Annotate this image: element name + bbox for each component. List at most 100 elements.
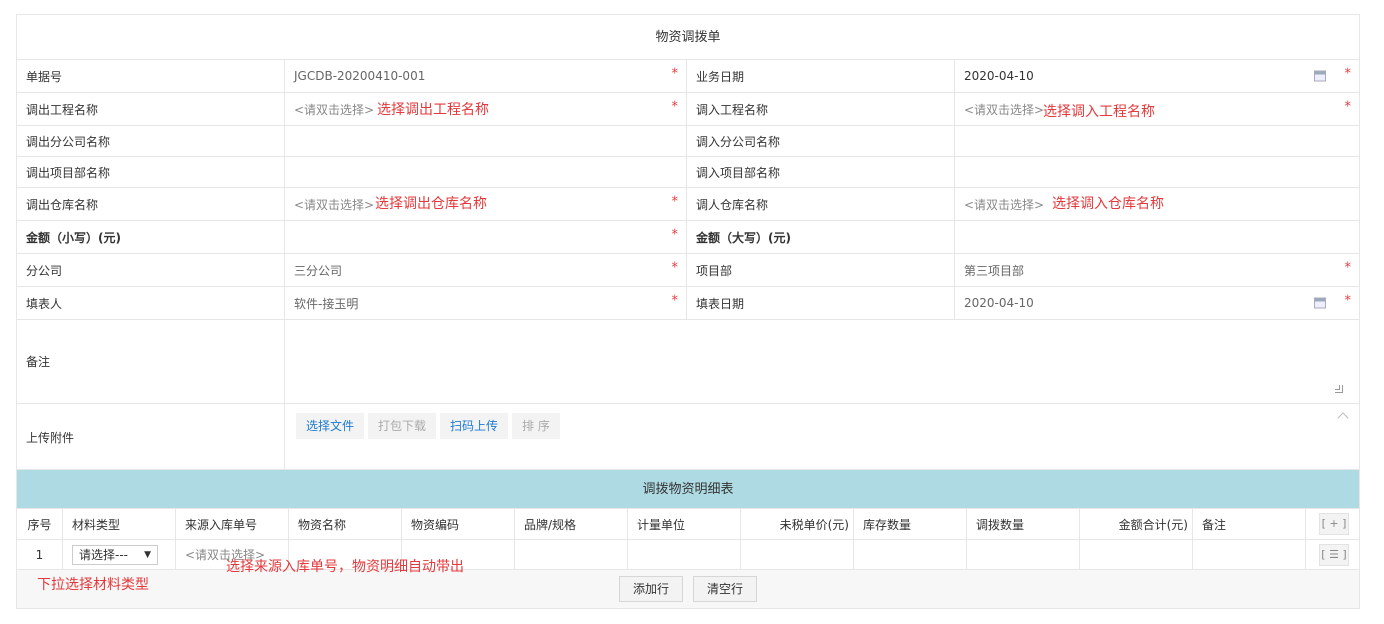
required-mark: * (671, 227, 679, 243)
annotation-material-type: 下拉选择材料类型 (37, 577, 149, 593)
label-filler: 填表人 (17, 287, 285, 319)
label-doc-no: 单据号 (17, 60, 285, 92)
clear-rows-button[interactable]: 清空行 (693, 576, 758, 602)
col-material-code: 物资编码 (402, 509, 515, 539)
required-mark: * (1344, 99, 1352, 115)
annotation-in-warehouse: 选择调入仓库名称 (1052, 196, 1164, 212)
form-row-warehouse: 调出仓库名称 <请双击选择> 选择调出仓库名称 * 调人仓库名称 <请双击选择>… (17, 188, 1359, 221)
doc-no-field[interactable]: JGCDB-20200410-001 * (285, 60, 687, 92)
col-material-name: 物资名称 (289, 509, 402, 539)
col-stock-qty: 库存数量 (854, 509, 967, 539)
amount-lower-field[interactable]: * (285, 221, 687, 253)
table-row: 1 请选择--- ▼ <请双击选择> [ ☰ ] (17, 540, 1359, 570)
in-dept-field[interactable] (955, 157, 1359, 187)
form-row-remark: 备注 (17, 320, 1359, 404)
annotation-out-project: 选择调出工程名称 (377, 102, 489, 118)
required-mark: * (1344, 66, 1352, 82)
label-in-warehouse: 调人仓库名称 (687, 188, 955, 220)
required-mark: * (671, 194, 679, 210)
project-dept-field[interactable]: 第三项目部 * (955, 254, 1359, 286)
label-out-warehouse: 调出仓库名称 (17, 188, 285, 220)
out-warehouse-field[interactable]: <请双击选择> 选择调出仓库名称 * (285, 188, 687, 220)
label-attachment: 上传附件 (17, 404, 285, 469)
form-row-branch: 调出分公司名称 调入分公司名称 (17, 126, 1359, 157)
amount-upper-field[interactable] (955, 221, 1359, 253)
unit-price-cell (741, 540, 854, 569)
required-mark: * (1344, 260, 1352, 276)
form-row-doc-no: 单据号 JGCDB-20200410-001 * 业务日期 2020-04-10 * (17, 60, 1359, 93)
label-out-dept: 调出项目部名称 (17, 157, 285, 187)
brand-spec-cell (515, 540, 628, 569)
add-row-button[interactable]: 添加行 (618, 576, 683, 602)
col-source-no: 来源入库单号 (176, 509, 289, 539)
required-mark: * (671, 66, 679, 82)
form-row-dept: 调出项目部名称 调入项目部名称 (17, 157, 1359, 188)
label-out-branch: 调出分公司名称 (17, 126, 285, 156)
table-actions: 添加行 清空行 (17, 570, 1359, 608)
row-actions: [ ☰ ] (1306, 540, 1359, 569)
in-branch-field[interactable] (955, 126, 1359, 156)
form-row-amount: 金额（小写）(元) * 金额（大写）(元) (17, 221, 1359, 254)
in-warehouse-field[interactable]: <请双击选择> 选择调入仓库名称 (955, 188, 1359, 220)
row-menu-icon[interactable]: [ ☰ ] (1319, 543, 1349, 566)
form-title: 物资调拨单 (17, 15, 1359, 60)
annotation-out-warehouse: 选择调出仓库名称 (375, 196, 487, 212)
amount-total-cell (1080, 540, 1193, 569)
col-transfer-qty: 调拨数量 (967, 509, 1080, 539)
form-row-filler: 填表人 软件-接玉明 * 填表日期 2020-04-10 * (17, 287, 1359, 320)
detail-title: 调拨物资明细表 (17, 470, 1359, 509)
col-unit: 计量单位 (628, 509, 741, 539)
dropdown-arrow-icon: ▼ (144, 549, 151, 560)
required-mark: * (671, 293, 679, 309)
label-in-branch: 调入分公司名称 (687, 126, 955, 156)
label-business-date: 业务日期 (687, 60, 955, 92)
calendar-icon[interactable] (1314, 70, 1326, 82)
transfer-qty-cell[interactable] (967, 540, 1080, 569)
form-row-project: 调出工程名称 <请双击选择> 选择调出工程名称 * 调入工程名称 <请双击选择>… (17, 93, 1359, 126)
sort-button[interactable]: 排 序 (512, 413, 560, 439)
label-fill-date: 填表日期 (687, 287, 955, 319)
label-in-dept: 调入项目部名称 (687, 157, 955, 187)
label-remark: 备注 (17, 320, 285, 403)
form-row-attachment: 上传附件 选择文件 打包下载 扫码上传 排 序 (17, 404, 1359, 470)
calendar-icon[interactable] (1314, 297, 1326, 309)
attachment-area: 选择文件 打包下载 扫码上传 排 序 (285, 404, 1359, 469)
col-remark: 备注 (1193, 509, 1306, 539)
col-index: 序号 (17, 509, 63, 539)
annotation-source-no: 选择来源入库单号，物资明细自动带出 (226, 559, 464, 575)
required-mark: * (1344, 293, 1352, 309)
unit-cell (628, 540, 741, 569)
pack-download-button[interactable]: 打包下载 (368, 413, 437, 439)
col-amount-total: 金额合计(元) (1080, 509, 1193, 539)
col-material-type: 材料类型 (63, 509, 176, 539)
out-dept-field[interactable] (285, 157, 687, 187)
detail-header-row: 序号 材料类型 来源入库单号 物资名称 物资编码 品牌/规格 计量单位 未税单价… (17, 509, 1359, 540)
resize-grip-icon[interactable] (1335, 385, 1343, 393)
label-company: 分公司 (17, 254, 285, 286)
out-branch-field[interactable] (285, 126, 687, 156)
scan-upload-button[interactable]: 扫码上传 (440, 413, 509, 439)
remark-textarea[interactable] (285, 320, 1359, 403)
business-date-field[interactable]: 2020-04-10 * (955, 60, 1359, 92)
label-out-project: 调出工程名称 (17, 93, 285, 125)
stock-qty-cell (854, 540, 967, 569)
annotation-in-project: 选择调入工程名称 (1043, 104, 1155, 120)
col-brand-spec: 品牌/规格 (515, 509, 628, 539)
col-unit-price: 未税单价(元) (741, 509, 854, 539)
fill-date-field[interactable]: 2020-04-10 * (955, 287, 1359, 319)
label-amount-lower: 金额（小写）(元) (17, 221, 285, 253)
in-project-field[interactable]: <请双击选择> 选择调入工程名称 * (955, 93, 1359, 125)
filler-field[interactable]: 软件-接玉明 * (285, 287, 687, 319)
out-project-field[interactable]: <请双击选择> 选择调出工程名称 * (285, 93, 687, 125)
remark-cell[interactable] (1193, 540, 1306, 569)
collapse-chevron-icon[interactable] (1337, 412, 1349, 424)
required-mark: * (671, 260, 679, 276)
label-in-project: 调入工程名称 (687, 93, 955, 125)
required-mark: * (671, 99, 679, 115)
select-file-button[interactable]: 选择文件 (296, 413, 365, 439)
add-column-icon[interactable]: [ + ] (1319, 513, 1349, 535)
form-row-company: 分公司 三分公司 * 项目部 第三项目部 * (17, 254, 1359, 287)
company-field[interactable]: 三分公司 * (285, 254, 687, 286)
material-type-select[interactable]: 请选择--- ▼ (63, 540, 176, 569)
label-project-dept: 项目部 (687, 254, 955, 286)
